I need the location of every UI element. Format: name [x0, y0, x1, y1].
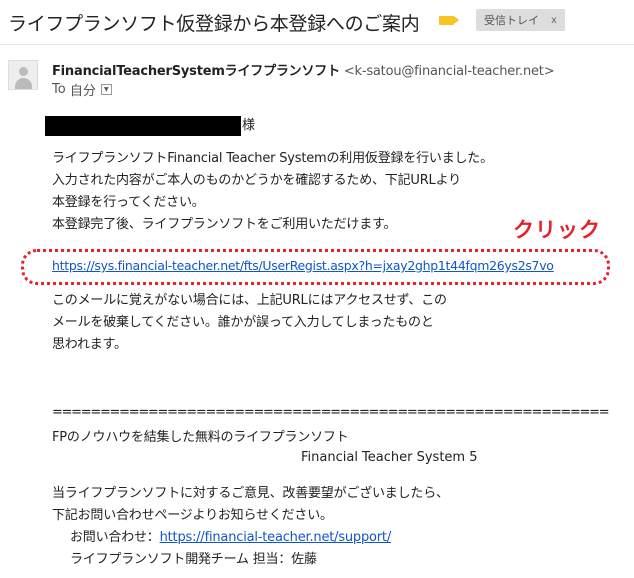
contact-label: お問い合わせ： [70, 530, 160, 545]
paragraph-2: このメールに覚えがない場合には、上記URLにはアクセスせず、この メールを破棄し… [52, 290, 447, 356]
recipient-line: To 自分 ▼ [52, 80, 112, 99]
paragraph-1-line: 本登録完了後、ライフプランソフトをご利用いただけます。 [52, 217, 397, 232]
support-link[interactable]: https://financial-teacher.net/support/ [160, 530, 392, 545]
signature-line: 当ライフプランソフトに対するご意見、改善要望がございましたら、 [52, 486, 449, 501]
email-subject-row: ライフプランソフト仮登録から本登録へのご案内 [8, 8, 420, 36]
paragraph-2-line: 思われます。 [52, 337, 127, 352]
details-dropdown-icon[interactable]: ▼ [100, 84, 112, 95]
paragraph-1-line: 入力された内容がご本人のものかどうかを確認するため、下記URLより [52, 173, 461, 188]
sender-name[interactable]: FinancialTeacherSystemライフプランソフト [52, 64, 340, 79]
sender-line: FinancialTeacherSystemライフプランソフト <k-satou… [52, 60, 555, 79]
paragraph-1-line: ライフプランソフトFinancial Teacher Systemの利用仮登録を… [52, 151, 493, 166]
paragraph-1: ライフプランソフトFinancial Teacher Systemの利用仮登録を… [52, 148, 493, 236]
team-line: ライフプランソフト開発チーム 担当：佐藤 [70, 552, 317, 567]
paragraph-2-line: このメールに覚えがない場合には、上記URLにはアクセスせず、この [52, 293, 447, 308]
registration-link[interactable]: https://sys.financial-teacher.net/fts/Us… [52, 258, 554, 273]
sender-avatar-icon[interactable] [8, 60, 38, 90]
signature-line-1: FPのノウハウを結集した無料のライフプランソフト [52, 430, 349, 445]
email-subject: ライフプランソフト仮登録から本登録へのご案内 [8, 12, 420, 35]
to-value: 自分 [69, 84, 96, 99]
signature-divider: ========================================… [52, 405, 610, 420]
redacted-name [45, 116, 241, 136]
header-divider [0, 44, 634, 45]
important-label-icon[interactable] [439, 16, 459, 25]
inbox-label-text: 受信トレイ [484, 14, 539, 27]
signature-block: 当ライフプランソフトに対するご意見、改善要望がございましたら、 下記お問い合わせ… [52, 483, 449, 571]
signature-line: 下記お問い合わせページよりお知らせください。 [52, 508, 333, 523]
sender-email: <k-satou@financial-teacher.net> [343, 64, 555, 79]
contact-line: お問い合わせ：https://financial-teacher.net/sup… [52, 527, 449, 549]
paragraph-1-line: 本登録を行ってください。 [52, 195, 205, 210]
to-prefix: To [52, 82, 66, 97]
paragraph-2-line: メールを破棄してください。誰かが誤って入力してしまったものと [52, 315, 434, 330]
click-annotation: クリック [513, 218, 601, 242]
signature-product-name: Financial Teacher System 5 [301, 450, 478, 465]
salutation: 様 [242, 118, 256, 133]
inbox-label-chip[interactable]: 受信トレイ x [476, 9, 565, 31]
remove-label-icon[interactable]: x [551, 15, 557, 26]
